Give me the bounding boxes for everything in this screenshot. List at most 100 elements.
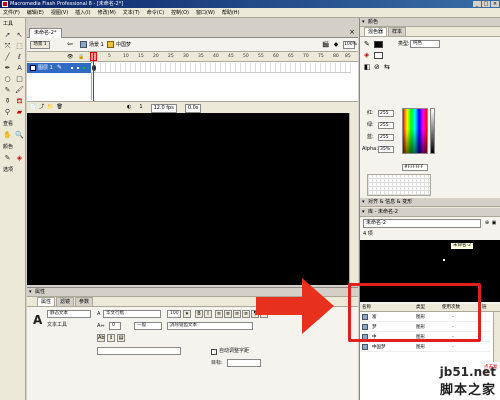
fill-transform-icon[interactable]: ⬚ (14, 41, 25, 51)
menu-view[interactable]: 视图(V) (51, 9, 68, 16)
red-input[interactable]: 255 (378, 110, 394, 117)
bold-icon[interactable]: B (195, 310, 203, 318)
spacing-mode-select[interactable]: 一般 (134, 322, 162, 330)
pen-tool-icon[interactable]: ✒ (2, 63, 13, 73)
tab-parameters[interactable]: 参数 (75, 297, 94, 306)
stage[interactable] (27, 113, 349, 285)
column-linkage[interactable]: 链 (482, 304, 487, 312)
edit-scene-icon[interactable]: 🎬 (322, 41, 330, 49)
close-window-button[interactable]: × (491, 1, 499, 7)
minimize-button[interactable]: _ (473, 1, 481, 7)
layer-row[interactable]: 图层 1 ✎ (27, 63, 91, 73)
selectable-icon[interactable]: Ab (97, 334, 105, 342)
tab-swatches[interactable]: 样本 (388, 27, 407, 36)
auto-kern-checkbox[interactable] (211, 349, 217, 355)
no-color-icon[interactable]: ⊘ (374, 63, 384, 72)
visibility-dot-icon[interactable] (71, 67, 73, 69)
blue-input[interactable]: 255 (378, 134, 394, 141)
stroke-color-icon[interactable]: ✎ (2, 153, 13, 163)
menu-control[interactable]: 控制(O) (171, 9, 189, 16)
frame-rate[interactable]: 12.0 fps (150, 104, 177, 113)
align-left-icon[interactable]: ≡ (215, 310, 223, 318)
insert-folder-icon[interactable]: 📁 (47, 104, 53, 111)
scene-breadcrumb[interactable]: 场景 1 (89, 41, 104, 49)
library-select[interactable]: 未命名-2 (363, 219, 481, 228)
eye-icon[interactable]: 👁 (67, 53, 73, 61)
stage-vertical-scrollbar[interactable] (349, 113, 358, 285)
url-link-input[interactable] (97, 347, 181, 355)
arrow-left-icon[interactable]: ⇦ (67, 40, 73, 48)
justify-icon[interactable]: ≡ (242, 310, 250, 318)
add-guide-icon[interactable]: ⤴ (39, 104, 44, 111)
lock-icon[interactable]: 🔒 (78, 53, 84, 61)
pin-icon[interactable]: ⊕ (484, 219, 490, 228)
hex-input[interactable]: #FFFFFF (402, 164, 428, 171)
font-select[interactable]: 华文行楷 (103, 310, 161, 318)
maximize-button[interactable]: □ (482, 1, 490, 7)
arrow-tool-icon[interactable]: ➚ (2, 30, 13, 40)
zoom-select[interactable]: 100% (343, 41, 357, 49)
fill-color-icon[interactable]: ◈ (14, 153, 25, 163)
text-type-select[interactable]: 静态文本 (47, 310, 91, 318)
brightness-slider[interactable] (430, 108, 435, 154)
tab-mixer[interactable]: 混色器 (364, 27, 388, 36)
black-white-icon[interactable]: ◧ (364, 63, 374, 72)
text-tool-icon[interactable]: A (14, 63, 25, 73)
tab-filters[interactable]: 滤镜 (56, 297, 75, 306)
fill-bucket-icon[interactable]: ◈ (364, 51, 374, 60)
onion-icon[interactable]: ◐ (127, 104, 131, 113)
italic-icon[interactable]: I (204, 310, 212, 318)
antialias-select[interactable]: 消除锯齿文本 (167, 322, 253, 330)
new-library-icon[interactable]: ▣ (491, 219, 497, 228)
type-select[interactable]: 纯色 (410, 40, 440, 48)
outline-color-icon[interactable] (83, 67, 85, 69)
alpha-input[interactable]: 35% (378, 146, 394, 153)
vertical-text-icon[interactable]: ↕ (107, 334, 115, 342)
back-button[interactable]: 场景 1 (30, 41, 50, 49)
symbol-breadcrumb[interactable]: 中国梦 (116, 41, 131, 49)
line-tool-icon[interactable]: ╱ (2, 52, 13, 62)
tab-properties[interactable]: 属性 (37, 297, 56, 306)
stroke-color-swatch[interactable] (374, 41, 383, 48)
menu-edit[interactable]: 编辑(E) (27, 9, 44, 16)
menu-insert[interactable]: 插入(I) (75, 9, 90, 16)
menu-text[interactable]: 文本(T) (123, 9, 140, 16)
pencil-tool-icon[interactable]: ✎ (2, 85, 13, 95)
free-transform-icon[interactable]: ⤧ (2, 41, 13, 51)
zoom-tool-icon[interactable]: 🔍 (14, 130, 25, 140)
green-input[interactable]: 255 (378, 122, 394, 129)
frame-row[interactable] (91, 63, 351, 73)
link-text-icon[interactable]: ▤ (117, 334, 125, 342)
menu-window[interactable]: 窗口(W) (196, 9, 215, 16)
edit-symbols-icon[interactable]: ◆ (332, 41, 340, 49)
lock-dot-icon[interactable] (77, 67, 79, 69)
eraser-icon[interactable]: ▰ (14, 107, 25, 117)
color-spectrum[interactable] (402, 108, 428, 154)
eyedropper-icon[interactable]: ⚲ (2, 107, 13, 117)
color-panel-title[interactable]: 颜色 (360, 18, 500, 27)
close-document-icon[interactable]: × (349, 28, 355, 37)
ink-bottle-icon[interactable]: ⚱ (2, 96, 13, 106)
align-panel-title[interactable]: 对齐 & 信息 & 变形 (360, 198, 500, 207)
document-tab[interactable]: 未命名-2* (29, 28, 62, 38)
swap-colors-icon[interactable]: ⇆ (384, 63, 394, 72)
menu-modify[interactable]: 修改(M) (98, 9, 116, 16)
fill-color-swatch[interactable] (374, 52, 383, 59)
menu-help[interactable]: 帮助(H) (222, 9, 240, 16)
align-center-icon[interactable]: ≡ (224, 310, 232, 318)
rectangle-tool-icon[interactable]: □ (14, 74, 25, 84)
subselect-tool-icon[interactable]: ↖ (14, 30, 25, 40)
oval-tool-icon[interactable]: ○ (2, 74, 13, 84)
target-select[interactable] (227, 359, 261, 367)
lasso-tool-icon[interactable]: ℓ (14, 52, 25, 62)
hand-tool-icon[interactable]: ✋ (2, 130, 13, 140)
stroke-pencil-icon[interactable]: ✎ (364, 40, 374, 49)
letter-spacing-input[interactable]: 0 (109, 322, 121, 330)
delete-layer-icon[interactable]: 🗑 (56, 104, 62, 111)
library-panel-title[interactable]: 库 - 未命名-2 (360, 208, 500, 217)
library-row[interactable]: 中国梦 图形 - (360, 343, 490, 352)
font-size-input[interactable]: 100 (167, 310, 181, 318)
brush-tool-icon[interactable]: 🖌 (14, 85, 25, 95)
menu-file[interactable]: 文件(F) (3, 9, 20, 16)
menu-commands[interactable]: 命令(C) (147, 9, 164, 16)
